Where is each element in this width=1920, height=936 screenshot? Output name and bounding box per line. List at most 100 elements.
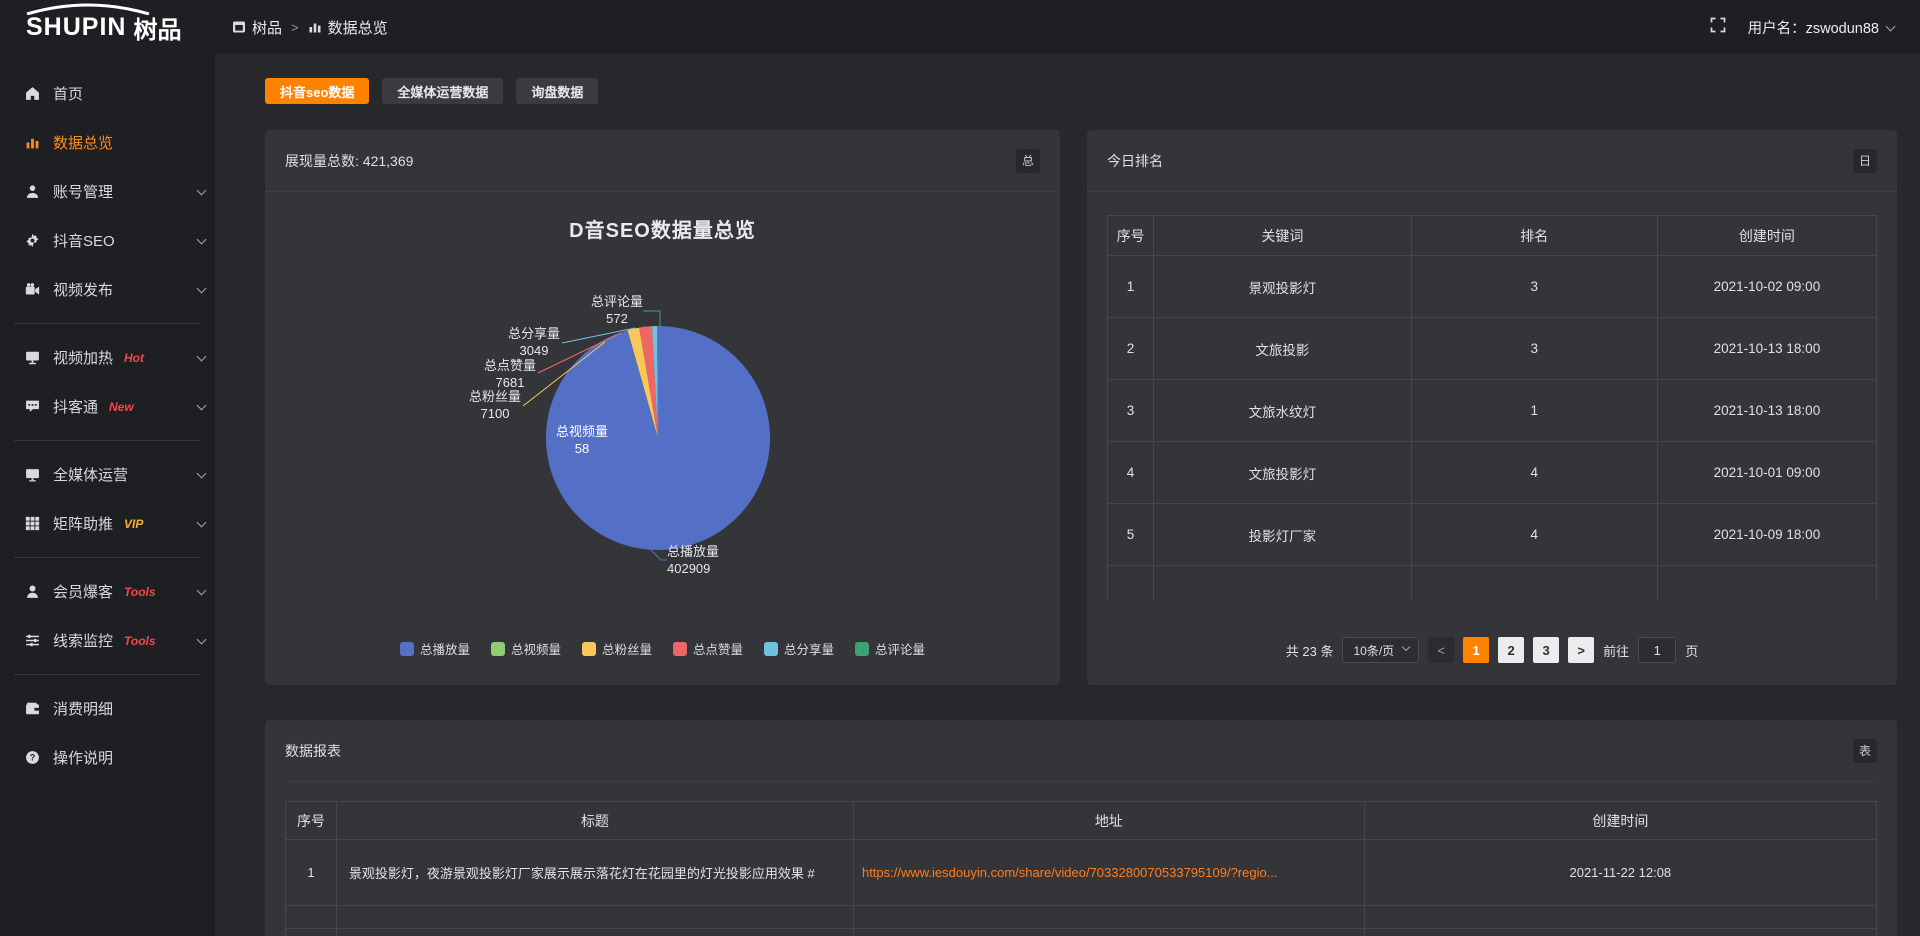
legend-item-videos[interactable]: 总视频量 <box>491 639 561 658</box>
legend-item-likes[interactable]: 总点赞量 <box>673 639 743 658</box>
goto-page-input[interactable]: 1 <box>1638 637 1676 663</box>
chat-bubble-icon <box>25 399 40 414</box>
fullscreen-icon[interactable] <box>1710 17 1726 38</box>
topbar-right: 用户名：zswodun88 <box>1710 17 1894 38</box>
chart-legend: 总播放量 总视频量 总粉丝量 总点赞量 总分享量 总评论量 <box>265 639 1060 658</box>
person-icon <box>25 584 40 599</box>
chevron-down-icon <box>197 634 207 644</box>
legend-label: 总点赞量 <box>693 639 743 658</box>
sidebar-item-omnimedia[interactable]: 全媒体运营 <box>0 450 215 499</box>
chevron-down-icon <box>197 400 207 410</box>
app-logo: SHUPIN 树品 <box>0 0 215 55</box>
breadcrumb-item-shupin[interactable]: 树品 <box>232 17 282 38</box>
table-header-row: 序号 标题 地址 创建时间 <box>286 802 1877 840</box>
legend-item-plays[interactable]: 总播放量 <box>400 639 470 658</box>
page-size-select[interactable]: 10条/页 <box>1342 637 1419 663</box>
sidebar-item-lead-monitor[interactable]: 线索监控 Tools <box>0 616 215 665</box>
sidebar-item-consumption[interactable]: 消费明细 <box>0 684 215 733</box>
legend-swatch <box>673 642 687 656</box>
svg-text:?: ? <box>30 753 36 763</box>
col-title: 标题 <box>336 802 853 840</box>
sidebar-item-label: 账号管理 <box>53 181 113 202</box>
sidebar: SHUPIN 树品 首页 数据总览 账号管理 抖音SEO 视频发布 <box>0 0 215 936</box>
table-row-partial <box>286 906 1877 929</box>
table-row: 4文旅投影灯42021-10-01 09:00 <box>1108 442 1877 504</box>
report-title: 数据报表 <box>285 741 341 761</box>
tab-inquiry-data[interactable]: 询盘数据 <box>516 78 598 104</box>
ranking-table-wrapper: 序号 关键词 排名 创建时间 1景观投影灯32021-10-02 09:00 2… <box>1107 215 1877 600</box>
app-window-icon <box>232 20 246 34</box>
col-rank: 排名 <box>1411 216 1657 256</box>
tab-douyin-seo-data[interactable]: 抖音seo数据 <box>265 78 369 104</box>
legend-swatch <box>855 642 869 656</box>
bar-chart-icon <box>308 20 322 34</box>
legend-swatch <box>400 642 414 656</box>
breadcrumb-item-data-overview[interactable]: 数据总览 <box>308 17 388 38</box>
legend-item-fans[interactable]: 总粉丝量 <box>582 639 652 658</box>
breadcrumb: 树品 > 数据总览 <box>232 17 388 38</box>
screen-icon <box>25 350 40 365</box>
sidebar-item-matrix-boost[interactable]: 矩阵助推 VIP <box>0 499 215 548</box>
user-menu[interactable]: 用户名：zswodun88 <box>1748 17 1894 38</box>
seo-chart-panel: 展现量总数: 421,369 总 D音SEO数据量总览 总评论量572 总分享 <box>265 130 1060 685</box>
legend-item-comments[interactable]: 总评论量 <box>855 639 925 658</box>
sidebar-item-member-baoke[interactable]: 会员爆客 Tools <box>0 567 215 616</box>
ranking-title: 今日排名 <box>1107 151 1163 171</box>
table-header-row: 序号 关键词 排名 创建时间 <box>1108 216 1877 256</box>
pie-chart: D音SEO数据量总览 总评论量572 总分享量3049 总点赞量7681 <box>265 130 1060 685</box>
sidebar-item-label: 抖客通 <box>53 396 98 417</box>
video-camera-icon <box>25 282 40 297</box>
tab-omnimedia-data[interactable]: 全媒体运营数据 <box>382 78 503 104</box>
chart-title: D音SEO数据量总览 <box>265 214 1060 243</box>
table-row: 2文旅投影32021-10-13 18:00 <box>1108 318 1877 380</box>
sidebar-item-home[interactable]: 首页 <box>0 69 215 118</box>
sidebar-item-label: 视频加热 <box>53 347 113 368</box>
prev-page-button[interactable]: < <box>1428 637 1454 663</box>
sidebar-divider <box>14 440 201 441</box>
sidebar-divider <box>14 323 201 324</box>
pie-label-likes: 总点赞量7681 <box>465 357 555 391</box>
day-badge-button[interactable]: 日 <box>1853 149 1877 173</box>
sidebar-item-instructions[interactable]: ? 操作说明 <box>0 733 215 782</box>
chevron-down-icon <box>197 283 207 293</box>
vip-badge: VIP <box>124 517 143 531</box>
table-row: 3文旅水纹灯12021-10-13 18:00 <box>1108 380 1877 442</box>
table-badge-button[interactable]: 表 <box>1853 739 1877 763</box>
chevron-down-icon <box>197 585 207 595</box>
pie-label-shares: 总分享量3049 <box>489 325 579 359</box>
monitor-icon <box>25 467 40 482</box>
sidebar-item-label: 消费明细 <box>53 698 113 719</box>
page-button-1[interactable]: 1 <box>1463 637 1489 663</box>
grid-icon <box>25 516 40 531</box>
page-button-3[interactable]: 3 <box>1533 637 1559 663</box>
sidebar-item-account[interactable]: 账号管理 <box>0 167 215 216</box>
chevron-down-icon <box>197 517 207 527</box>
legend-label: 总分享量 <box>784 639 834 658</box>
sidebar-item-label: 矩阵助推 <box>53 513 113 534</box>
next-page-button[interactable]: > <box>1568 637 1594 663</box>
sidebar-item-label: 首页 <box>53 83 83 104</box>
pagination: 共 23 条 10条/页 < 1 2 3 > 前往 1 页 <box>1087 637 1897 663</box>
chevron-down-icon <box>197 468 207 478</box>
sidebar-item-douyin-seo[interactable]: 抖音SEO <box>0 216 215 265</box>
chevron-down-icon <box>197 185 207 195</box>
legend-item-shares[interactable]: 总分享量 <box>764 639 834 658</box>
sidebar-menu: 首页 数据总览 账号管理 抖音SEO 视频发布 视频加热 Hot <box>0 55 215 782</box>
sidebar-item-douketong[interactable]: 抖客通 New <box>0 382 215 431</box>
report-panel-header: 数据报表 表 <box>285 720 1877 782</box>
pie-label-videos: 总视频量58 <box>537 423 627 457</box>
sidebar-item-video-publish[interactable]: 视频发布 <box>0 265 215 314</box>
goto-unit: 页 <box>1685 641 1698 660</box>
sliders-icon <box>25 633 40 648</box>
video-url-link[interactable]: https://www.iesdouyin.com/share/video/70… <box>862 865 1356 880</box>
chevron-down-icon <box>197 351 207 361</box>
sidebar-item-data-overview[interactable]: 数据总览 <box>0 118 215 167</box>
main-content: 抖音seo数据 全媒体运营数据 询盘数据 展现量总数: 421,369 总 D音… <box>215 55 1920 936</box>
legend-swatch <box>582 642 596 656</box>
page-button-2[interactable]: 2 <box>1498 637 1524 663</box>
sidebar-item-video-heat[interactable]: 视频加热 Hot <box>0 333 215 382</box>
data-report-panel: 数据报表 表 序号 标题 地址 创建时间 1 景观投影灯，夜游景观投影灯厂家展示… <box>265 720 1897 936</box>
user-icon <box>25 184 40 199</box>
chevron-down-icon <box>197 234 207 244</box>
chevron-down-icon <box>1886 21 1896 31</box>
